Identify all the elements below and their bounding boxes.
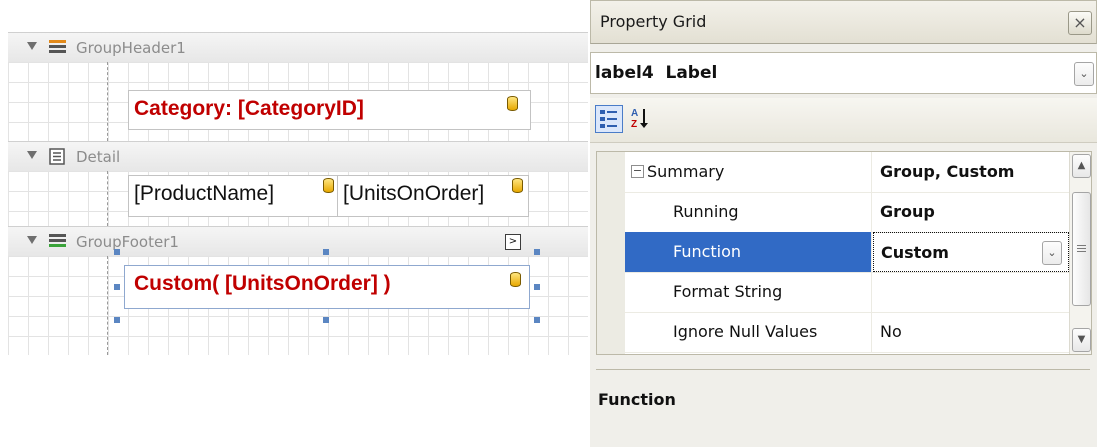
margin-guide-line xyxy=(107,256,108,355)
property-value: Group xyxy=(880,202,935,221)
property-name: Ignore Null Values xyxy=(673,322,818,341)
selected-object-name: label4 Label xyxy=(595,63,718,83)
band-group-header1[interactable]: GroupHeader1 xyxy=(8,32,588,63)
band-title: Detail xyxy=(76,148,121,166)
resize-handle-top[interactable] xyxy=(323,249,329,255)
close-icon[interactable]: × xyxy=(1068,11,1092,35)
property-list: − Summary Group, Custom Running Group Fu… xyxy=(596,151,1092,355)
margin-guide-line xyxy=(107,171,108,226)
property-grid-toolbar: A Z xyxy=(590,98,1097,143)
property-name: Format String xyxy=(673,282,783,301)
product-name-text: [ProductName] xyxy=(134,182,275,205)
property-row-running[interactable]: Running Group xyxy=(625,192,1069,233)
smart-tag-button[interactable]: > xyxy=(505,234,521,250)
property-name: Function xyxy=(673,242,742,261)
property-value-cell[interactable] xyxy=(873,272,1069,312)
description-splitter[interactable] xyxy=(590,358,1097,373)
vertical-scrollbar[interactable]: ▲ ▼ xyxy=(1069,152,1091,354)
resize-handle-bottom-right[interactable] xyxy=(534,317,540,323)
property-row-summary[interactable]: − Summary Group, Custom xyxy=(625,152,1069,193)
scroll-down-icon[interactable]: ▼ xyxy=(1072,328,1091,352)
property-name-cell: − Summary xyxy=(625,152,872,192)
property-value-editor[interactable]: Custom ⌄ xyxy=(873,232,1069,272)
property-name-cell: Ignore Null Values xyxy=(625,312,872,352)
scroll-up-icon[interactable]: ▲ xyxy=(1072,154,1091,178)
property-row-format-string[interactable]: Format String xyxy=(625,272,1069,313)
collapse-caret-icon[interactable] xyxy=(27,42,37,50)
product-name-label[interactable]: [ProductName] xyxy=(128,175,339,217)
collapse-caret-icon[interactable] xyxy=(27,151,37,159)
property-name-cell: Running xyxy=(625,192,872,232)
property-grid-panel: Property Grid × label4 Label ⌄ A Z − Sum… xyxy=(590,0,1097,447)
database-icon xyxy=(510,272,521,287)
band-detail[interactable]: Detail xyxy=(8,141,588,172)
property-value: Custom xyxy=(881,243,949,262)
property-value: No xyxy=(880,322,902,341)
custom-summary-text: Custom( [UnitsOnOrder] ) xyxy=(134,272,391,295)
category-label-text: Category: [CategoryID] xyxy=(134,97,364,120)
categorized-view-icon[interactable] xyxy=(595,105,623,133)
svg-text:Z: Z xyxy=(631,119,637,130)
svg-text:A: A xyxy=(631,108,638,119)
chevron-down-icon[interactable]: ⌄ xyxy=(1042,241,1062,265)
band-title: GroupFooter1 xyxy=(76,233,179,251)
resize-handle-right[interactable] xyxy=(534,284,540,290)
property-grid-titlebar[interactable]: Property Grid × xyxy=(590,0,1097,44)
property-value: Group, Custom xyxy=(880,162,1015,181)
database-icon xyxy=(512,178,523,193)
resize-handle-left[interactable] xyxy=(114,284,120,290)
resize-handle-top-right[interactable] xyxy=(534,249,540,255)
custom-summary-label[interactable]: Custom( [UnitsOnOrder] ) xyxy=(124,265,530,309)
collapse-icon[interactable]: − xyxy=(631,165,644,178)
detail-band-icon xyxy=(49,148,65,165)
collapse-caret-icon[interactable] xyxy=(27,236,37,244)
database-icon xyxy=(507,96,518,111)
scrollbar-thumb[interactable] xyxy=(1072,192,1091,306)
object-selector[interactable]: label4 Label ⌄ xyxy=(590,52,1097,94)
property-value-cell[interactable]: Group, Custom xyxy=(873,152,1069,192)
units-on-order-label[interactable]: [UnitsOnOrder] xyxy=(337,175,529,217)
band-title: GroupHeader1 xyxy=(76,39,186,57)
group-footer-band-icon xyxy=(49,234,66,247)
category-label[interactable]: Category: [CategoryID] xyxy=(128,90,531,130)
chevron-down-icon[interactable]: ⌄ xyxy=(1074,62,1094,86)
property-value-cell[interactable]: No xyxy=(873,312,1069,352)
property-row-ignore-null-values[interactable]: Ignore Null Values No xyxy=(625,312,1069,353)
database-icon xyxy=(323,178,334,193)
band-area-detail: [ProductName] [UnitsOnOrder] xyxy=(8,171,588,226)
alphabetical-sort-icon[interactable]: A Z xyxy=(628,105,654,131)
resize-handle-bottom-left[interactable] xyxy=(114,317,120,323)
description-title: Function xyxy=(598,390,676,409)
property-name: Running xyxy=(673,202,739,221)
resize-handle-top-left[interactable] xyxy=(114,249,120,255)
panel-title: Property Grid xyxy=(600,12,707,31)
property-name-cell: Format String xyxy=(625,272,872,312)
resize-handle-bottom[interactable] xyxy=(323,317,329,323)
property-name: Summary xyxy=(647,162,725,181)
band-group-footer1[interactable]: GroupFooter1 > xyxy=(8,226,588,257)
band-area-group-footer1: Custom( [UnitsOnOrder] ) xyxy=(8,256,588,355)
units-on-order-text: [UnitsOnOrder] xyxy=(343,182,485,205)
margin-guide-line xyxy=(107,62,108,141)
report-designer-surface: GroupHeader1 Category: [CategoryID] Deta… xyxy=(0,0,590,447)
property-row-function[interactable]: Function Custom ⌄ xyxy=(625,232,1069,273)
group-header-band-icon xyxy=(49,40,66,53)
property-value-cell[interactable]: Group xyxy=(873,192,1069,232)
property-name-cell: Function xyxy=(625,232,872,272)
category-margin xyxy=(597,152,625,354)
description-pane: Function xyxy=(596,369,1090,440)
band-area-group-header1: Category: [CategoryID] xyxy=(8,62,588,141)
